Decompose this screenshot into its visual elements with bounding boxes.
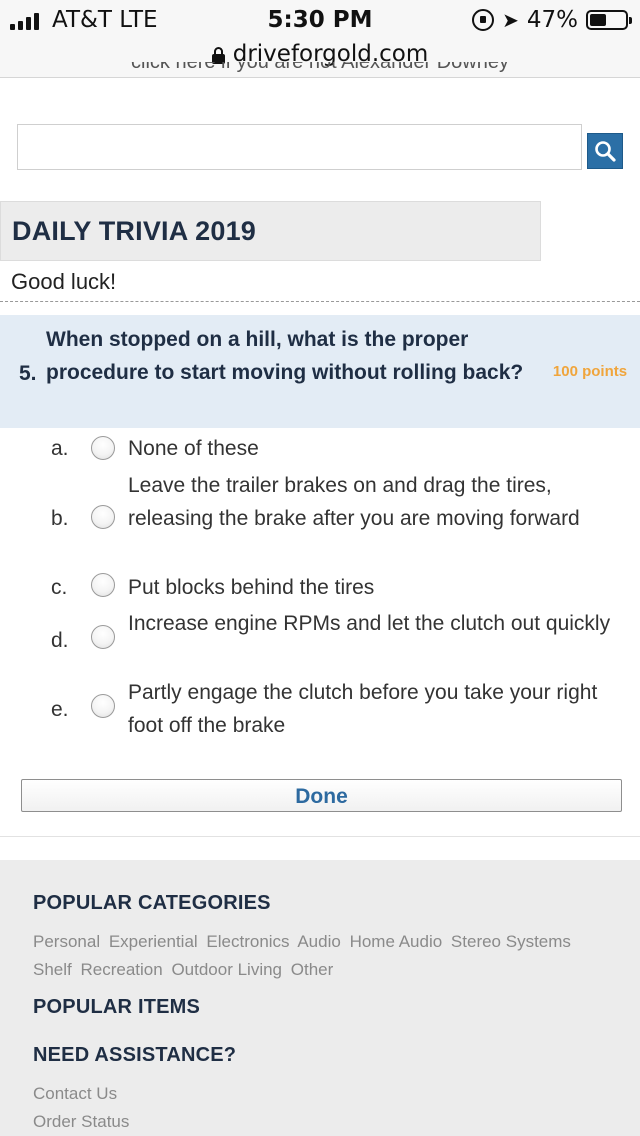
trivia-header: DAILY TRIVIA 2019 <box>0 201 541 261</box>
category-link[interactable]: Shelf <box>33 960 72 979</box>
popular-items-heading[interactable]: POPULAR ITEMS <box>33 996 200 1019</box>
signal-strength-icon <box>10 12 39 30</box>
padlock-icon <box>211 46 225 64</box>
answer-text[interactable]: Increase engine RPMs and let the clutch … <box>128 607 618 640</box>
status-right-group: ➤ 47% <box>472 7 632 33</box>
answer-letter: d. <box>51 629 69 652</box>
search-button[interactable] <box>587 133 623 169</box>
answer-letter: b. <box>51 507 69 530</box>
page-title: DAILY TRIVIA 2019 <box>12 215 257 246</box>
question-number: 5. <box>19 362 37 385</box>
done-button[interactable]: Done <box>21 779 622 812</box>
category-link[interactable]: Recreation <box>80 960 162 979</box>
question-text: When stopped on a hill, what is the prop… <box>46 328 524 384</box>
location-arrow-icon: ➤ <box>502 8 519 32</box>
category-link[interactable]: Experiential <box>109 932 198 951</box>
answer-letter: a. <box>51 437 69 460</box>
status-bar: AT&T LTE 5:30 PM ➤ 47% <box>0 0 640 40</box>
answer-letter: c. <box>51 576 68 599</box>
carrier-label: AT&T LTE <box>52 7 158 33</box>
category-link[interactable]: Personal <box>33 932 100 951</box>
battery-percent: 47% <box>526 7 578 33</box>
category-links: Personal Experiential Electronics Audio … <box>33 928 593 984</box>
answer-radio[interactable] <box>91 505 115 529</box>
not-user-link[interactable]: click here if you are not Alexander Down… <box>0 62 640 82</box>
popular-categories-heading: POPULAR CATEGORIES <box>33 892 271 914</box>
answer-text[interactable]: None of these <box>128 432 618 465</box>
order-status-link[interactable]: Order Status <box>33 1112 129 1132</box>
answer-text[interactable]: Partly engage the clutch before you take… <box>128 676 618 742</box>
category-link[interactable]: Outdoor Living <box>171 960 282 979</box>
category-link[interactable]: Other <box>291 960 334 979</box>
rotation-lock-icon <box>472 9 495 31</box>
answer-text[interactable]: Put blocks behind the tires <box>128 571 618 604</box>
question-points: 100 points <box>552 363 628 380</box>
search-input[interactable] <box>17 124 582 170</box>
need-assistance-heading: NEED ASSISTANCE? <box>33 1044 237 1066</box>
answer-radio[interactable] <box>91 436 115 460</box>
answer-radio[interactable] <box>91 694 115 718</box>
contact-us-link[interactable]: Contact Us <box>33 1084 117 1104</box>
question-block: 5. When stopped on a hill, what is the p… <box>0 315 640 428</box>
category-link[interactable]: Stereo Systems <box>451 932 571 951</box>
category-link[interactable]: Electronics <box>206 932 289 951</box>
answer-text[interactable]: Leave the trailer brakes on and drag the… <box>128 469 618 535</box>
category-link[interactable]: Home Audio <box>350 932 443 951</box>
category-link[interactable]: Audio <box>297 932 340 951</box>
divider <box>0 836 640 837</box>
greeting-text: Good luck! <box>11 269 117 294</box>
footer: POPULAR CATEGORIES Personal Experiential… <box>0 860 640 1136</box>
answer-radio[interactable] <box>91 625 115 649</box>
search-icon <box>595 141 616 162</box>
battery-icon <box>586 10 632 30</box>
answer-radio[interactable] <box>91 573 115 597</box>
divider <box>0 301 640 302</box>
answer-letter: e. <box>51 698 69 721</box>
